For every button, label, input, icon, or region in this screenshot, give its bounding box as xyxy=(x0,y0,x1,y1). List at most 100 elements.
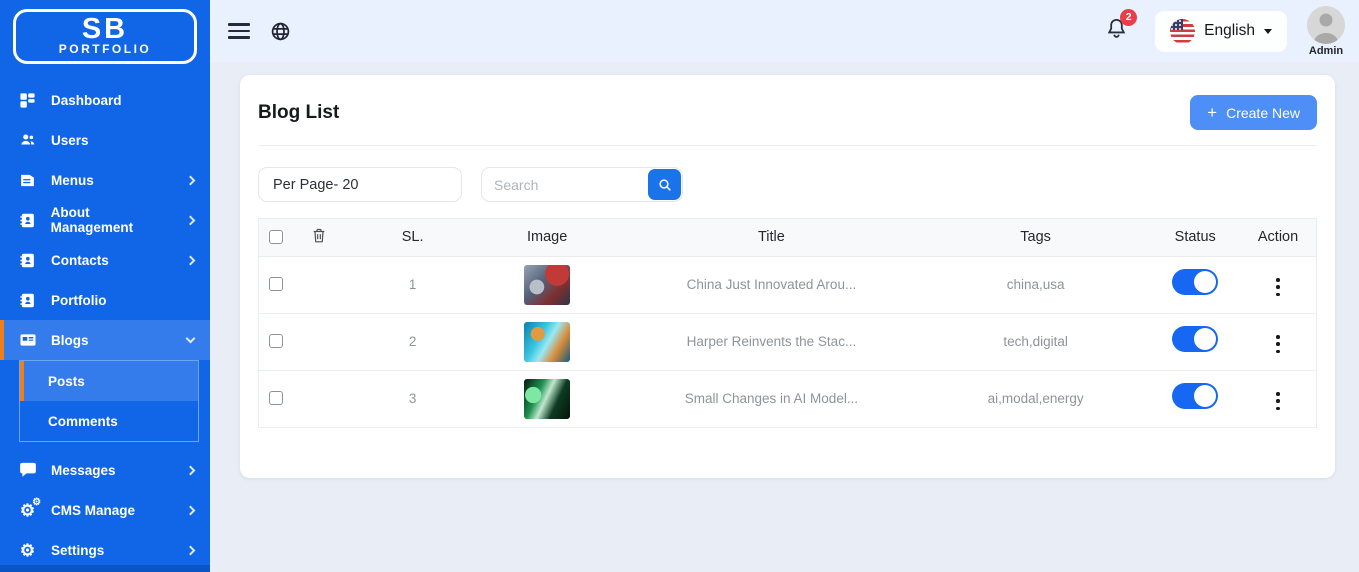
row-checkbox[interactable] xyxy=(269,334,283,348)
sidebar-item-menus[interactable]: Menus xyxy=(0,160,210,200)
column-header-status: Status xyxy=(1150,219,1240,256)
blog-list-card: Blog List + Create New Per Page- 20 xyxy=(240,75,1335,478)
chevron-right-icon xyxy=(186,175,196,185)
column-header-tags: Tags xyxy=(921,219,1150,256)
sidebar-item-users[interactable]: Users xyxy=(0,120,210,160)
select-all-checkbox[interactable] xyxy=(269,230,283,244)
row-sl: 1 xyxy=(353,256,473,313)
sidebar-item-label: Dashboard xyxy=(51,93,122,108)
chevron-right-icon xyxy=(186,505,196,515)
sidebar-item-label: CMS Manage xyxy=(51,503,135,518)
blogs-submenu: Posts Comments xyxy=(19,360,199,442)
globe-icon[interactable] xyxy=(270,21,291,42)
sidebar-item-label: Posts xyxy=(48,374,85,389)
blog-tags: china,usa xyxy=(921,256,1150,313)
sidebar-item-portfolio[interactable]: Portfolio xyxy=(0,280,210,320)
sidebar-subitem-posts[interactable]: Posts xyxy=(20,361,198,401)
caret-down-icon xyxy=(1264,29,1272,34)
sidebar-item-cms-manage[interactable]: ⚙⚙ CMS Manage xyxy=(0,490,210,530)
per-page-select[interactable]: Per Page- 20 xyxy=(258,167,462,202)
portfolio-icon xyxy=(18,292,37,309)
sidebar-item-blogs[interactable]: Blogs xyxy=(0,320,210,360)
table-row: 3 Small Changes in AI Model... ai,modal,… xyxy=(259,370,1316,427)
blog-tags: tech,digital xyxy=(921,313,1150,370)
user-label: Admin xyxy=(1309,45,1343,57)
create-new-button[interactable]: + Create New xyxy=(1190,95,1317,130)
chevron-right-icon xyxy=(186,545,196,555)
search-button[interactable] xyxy=(648,169,681,200)
row-checkbox[interactable] xyxy=(269,277,283,291)
blog-table: SL. Image Title Tags Status Action 1 xyxy=(258,218,1317,428)
chat-bubble-icon xyxy=(18,461,37,479)
row-actions-menu[interactable] xyxy=(1270,331,1286,357)
sidebar-item-label: Portfolio xyxy=(51,293,107,308)
blog-thumbnail xyxy=(524,322,570,362)
notifications-button[interactable]: 2 xyxy=(1104,16,1129,47)
row-actions-menu[interactable] xyxy=(1270,388,1286,414)
filters-row: Per Page- 20 xyxy=(240,146,1335,202)
app-logo[interactable]: SB PORTFOLIO xyxy=(0,0,210,70)
sidebar-item-contacts[interactable]: Contacts xyxy=(0,240,210,280)
status-toggle[interactable] xyxy=(1172,269,1218,295)
sidebar-item-label: Blogs xyxy=(51,333,89,348)
users-icon xyxy=(18,131,37,149)
language-selector[interactable]: English xyxy=(1155,11,1287,52)
sidebar: SB PORTFOLIO Dashboard Users Menus xyxy=(0,0,210,572)
status-toggle[interactable] xyxy=(1172,326,1218,352)
notification-badge: 2 xyxy=(1120,9,1137,26)
trash-icon xyxy=(311,227,327,244)
chevron-right-icon xyxy=(186,465,196,475)
table-row: 2 Harper Reinvents the Stac... tech,digi… xyxy=(259,313,1316,370)
column-header-image: Image xyxy=(472,219,622,256)
search-input[interactable] xyxy=(482,177,648,193)
column-header-title: Title xyxy=(622,219,921,256)
table-header-row: SL. Image Title Tags Status Action xyxy=(259,219,1316,256)
chevron-right-icon xyxy=(186,216,196,226)
logo-frame: SB PORTFOLIO xyxy=(13,9,197,64)
sidebar-item-dashboard[interactable]: Dashboard xyxy=(0,80,210,120)
user-menu[interactable]: Admin xyxy=(1307,6,1345,57)
dashboard-icon xyxy=(18,92,37,109)
us-flag-icon xyxy=(1170,19,1195,44)
gear-icon: ⚙ xyxy=(18,542,37,559)
search-group xyxy=(481,167,683,202)
topbar: 2 English Admin xyxy=(210,0,1359,62)
logo-text-secondary: PORTFOLIO xyxy=(16,42,194,56)
column-header-action: Action xyxy=(1240,219,1316,256)
sidebar-item-label: Settings xyxy=(51,543,104,558)
column-header-sl: SL. xyxy=(353,219,473,256)
menus-icon xyxy=(18,172,37,189)
sidebar-nav: Dashboard Users Menus About Management xyxy=(0,80,210,570)
card-header: Blog List + Create New xyxy=(240,75,1335,145)
chevron-down-icon xyxy=(186,334,196,344)
contacts-icon xyxy=(18,252,37,269)
hamburger-menu-icon[interactable] xyxy=(228,23,250,38)
blog-title: Small Changes in AI Model... xyxy=(622,370,921,427)
create-new-label: Create New xyxy=(1226,105,1300,121)
main-content: Blog List + Create New Per Page- 20 xyxy=(210,62,1359,572)
plus-icon: + xyxy=(1207,104,1217,121)
sidebar-subitem-comments[interactable]: Comments xyxy=(20,401,198,441)
blogs-icon xyxy=(18,331,37,349)
status-toggle[interactable] xyxy=(1172,383,1218,409)
sidebar-item-label: Menus xyxy=(51,173,94,188)
sidebar-item-label: Messages xyxy=(51,463,116,478)
chevron-right-icon xyxy=(186,255,196,265)
sidebar-footer-strip xyxy=(0,565,210,572)
blog-title: Harper Reinvents the Stac... xyxy=(622,313,921,370)
sidebar-item-about-management[interactable]: About Management xyxy=(0,200,210,240)
language-label: English xyxy=(1204,22,1255,40)
bulk-delete-button[interactable] xyxy=(311,227,327,244)
blog-tags: ai,modal,energy xyxy=(921,370,1150,427)
row-checkbox[interactable] xyxy=(269,391,283,405)
id-card-icon xyxy=(18,212,37,229)
logo-text-primary: SB xyxy=(16,14,194,44)
gears-icon: ⚙⚙ xyxy=(18,502,37,519)
sidebar-item-messages[interactable]: Messages xyxy=(0,450,210,490)
topbar-right-cluster: 2 English Admin xyxy=(1104,6,1345,57)
sidebar-item-label: Users xyxy=(51,133,89,148)
blog-thumbnail xyxy=(524,379,570,419)
page-title: Blog List xyxy=(258,102,339,124)
row-actions-menu[interactable] xyxy=(1270,274,1286,300)
table-row: 1 China Just Innovated Arou... china,usa xyxy=(259,256,1316,313)
